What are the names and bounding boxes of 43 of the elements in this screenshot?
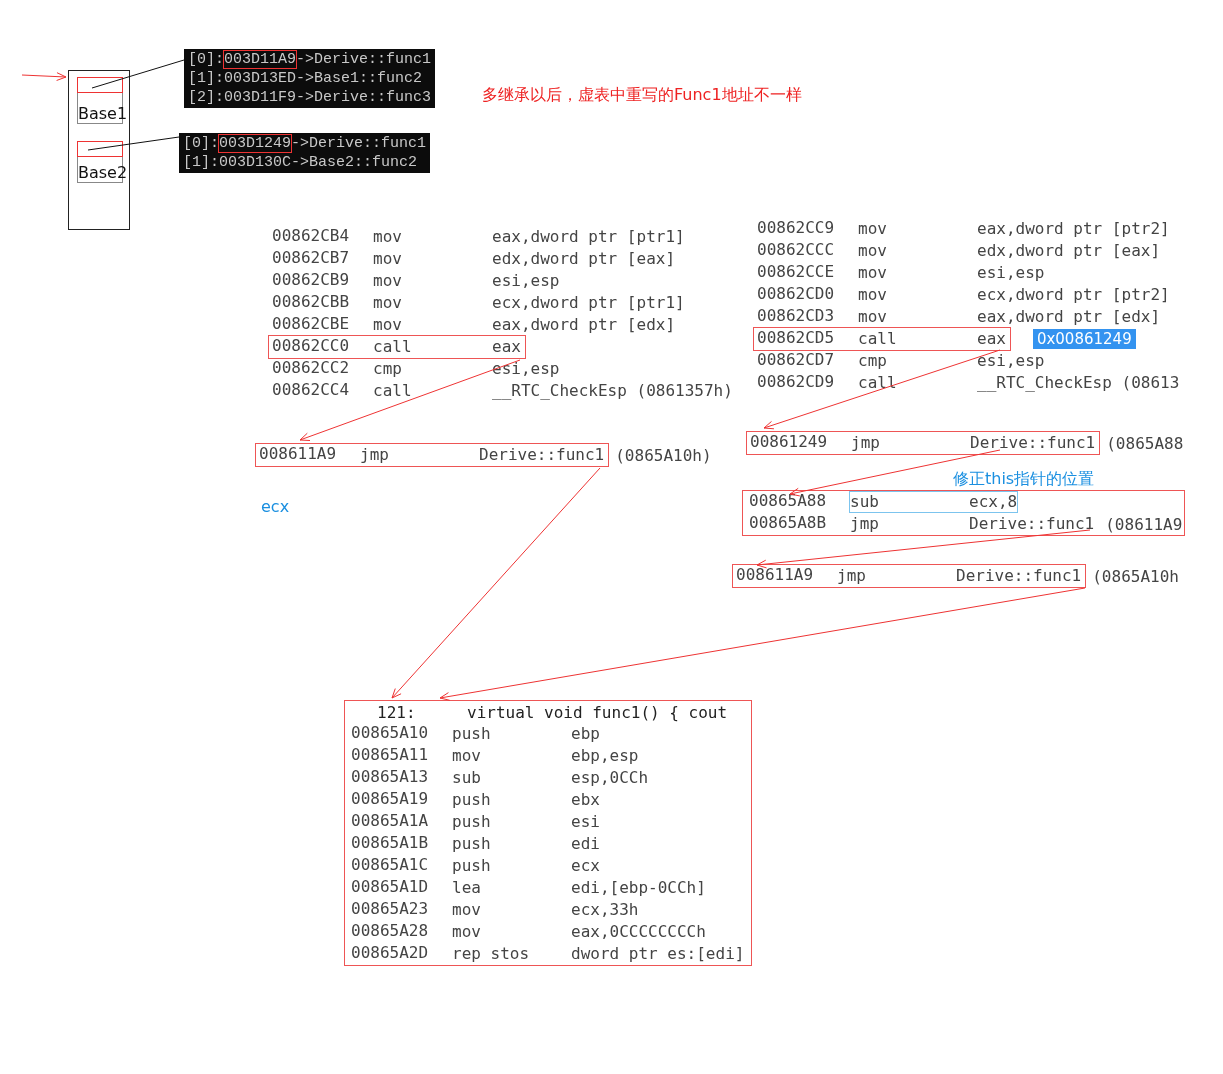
code-line: 00865A13 sub esp,0CCh: [350, 766, 650, 789]
jump-target-text: (0865A88: [1106, 433, 1184, 453]
code-line: 00862CBB mov ecx,dword ptr [ptr1]: [271, 291, 686, 314]
vtable-entry: [0]:003D1249->Derive::func1: [183, 134, 427, 153]
code-line: 00862CD3 mov eax,dword ptr [edx]: [756, 305, 1162, 328]
value-tooltip: 0x00861249: [1032, 329, 1136, 349]
line-number: 121:: [377, 702, 417, 722]
vtable-entry: [1]:003D130C->Base2::func2: [183, 153, 419, 172]
code-line: 00862CD9 call __RTC_CheckEsp (08613: [756, 371, 1181, 394]
annotation-text: 修正this指针的位置: [953, 469, 1095, 490]
register-label: ecx: [261, 497, 290, 516]
code-line: 00865A2D rep stos dword ptr es:[edi]: [350, 942, 746, 965]
code-line: 00865A23 mov ecx,33h: [350, 898, 640, 921]
code-line: 00865A10 push ebp: [350, 722, 601, 745]
code-line: 00865A8B jmp Derive::func1: [748, 512, 1096, 535]
code-line: 00862CCC mov edx,dword ptr [eax]: [756, 239, 1162, 262]
code-line: 00862CBE mov eax,dword ptr [edx]: [271, 313, 677, 336]
code-line: 00865A88 sub ecx,8: [748, 490, 1020, 514]
code-line: 00862CC9 mov eax,dword ptr [ptr2]: [756, 217, 1171, 240]
annotation-text: 多继承以后，虚表中重写的Func1地址不一样: [482, 85, 802, 106]
jump-target-text: (0865A10h): [615, 445, 712, 465]
code-line: 00865A1A push esi: [350, 810, 601, 833]
jump-target-text: (0865A10h: [1092, 566, 1179, 586]
code-line: 00862CC4 call __RTC_CheckEsp (0861357h): [271, 379, 734, 402]
vtable-entry: [2]:003D11F9->Derive::func3: [188, 88, 432, 107]
code-line: 00865A19 push ebx: [350, 788, 601, 811]
code-line: 00862CB7 mov edx,dword ptr [eax]: [271, 247, 677, 270]
code-line: 00862CB9 mov esi,esp: [271, 269, 561, 292]
code-line: 00862CD7 cmp esi,esp: [756, 349, 1046, 372]
source-line: virtual void func1() { cout: [467, 702, 728, 722]
code-line: 00862CD0 mov ecx,dword ptr [ptr2]: [756, 283, 1171, 306]
arrow-line: [21, 72, 67, 81]
code-line: 00865A1C push ecx: [350, 854, 601, 877]
jump-target-text: (08611A9: [1105, 514, 1183, 534]
code-line: 00865A11 mov ebp,esp: [350, 744, 640, 767]
code-line: 00865A1B push edi: [350, 832, 601, 855]
code-line: 00862CCE mov esi,esp: [756, 261, 1046, 284]
code-line: 00862CC2 cmp esi,esp: [271, 357, 561, 380]
code-line: 00862CB4 mov eax,dword ptr [ptr1]: [271, 225, 686, 248]
vtable-entry: [1]:003D13ED->Base1::func2: [188, 69, 424, 88]
code-line: 00865A1D lea edi,[ebp-0CCh]: [350, 876, 707, 899]
code-line: 00865A28 mov eax,0CCCCCCCCh: [350, 920, 707, 943]
vtable-entry: [0]:003D11A9->Derive::func1: [188, 50, 432, 69]
